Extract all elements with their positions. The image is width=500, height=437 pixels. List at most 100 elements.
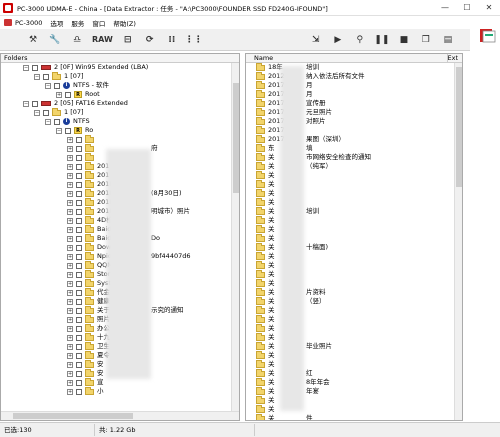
file-row[interactable]: 关 xyxy=(246,368,462,378)
tree-checkbox[interactable] xyxy=(76,316,82,323)
stop-icon[interactable]: ■ xyxy=(395,31,413,49)
maximize-button[interactable]: ☐ xyxy=(456,0,478,16)
file-row[interactable]: 2017 xyxy=(246,125,462,135)
tree-checkbox[interactable] xyxy=(76,343,82,350)
tree-checkbox[interactable] xyxy=(76,235,82,242)
expander-toggle[interactable]: + xyxy=(67,172,73,179)
menu-window[interactable]: 窗口 xyxy=(88,18,109,28)
tree-checkbox[interactable] xyxy=(76,190,82,197)
expander-toggle[interactable]: + xyxy=(67,271,73,278)
expander-toggle[interactable]: + xyxy=(67,190,73,197)
tree-checkbox[interactable] xyxy=(76,325,82,332)
files-vertical-scrollbar[interactable] xyxy=(454,63,462,420)
close-button[interactable]: ✕ xyxy=(478,0,500,16)
wrench-icon[interactable]: 🔧 xyxy=(46,31,64,49)
tree-node[interactable]: − R Ro xyxy=(1,126,239,135)
ext-column-header[interactable]: Ext xyxy=(447,54,458,63)
file-row[interactable]: 2017 xyxy=(246,107,462,117)
file-row[interactable]: 关 xyxy=(246,260,462,270)
tree-checkbox[interactable] xyxy=(76,361,82,368)
file-row[interactable]: 关 xyxy=(246,404,462,414)
tree-checkbox[interactable] xyxy=(76,244,82,251)
folders-icon[interactable]: ⁞⁞ xyxy=(163,31,181,49)
expander-toggle[interactable]: + xyxy=(67,262,73,269)
log-icon[interactable]: ▤ xyxy=(439,31,457,49)
file-row[interactable]: 关 xyxy=(246,242,462,252)
file-row[interactable]: 关 xyxy=(246,341,462,351)
bike-icon[interactable]: ⚲ xyxy=(351,31,369,49)
file-row[interactable]: 关 xyxy=(246,161,462,171)
expander-toggle[interactable]: − xyxy=(56,127,62,134)
tree-checkbox[interactable] xyxy=(76,136,82,143)
binoculars-icon[interactable]: ♎ xyxy=(68,31,86,49)
menu-options[interactable]: 选项 xyxy=(46,18,67,28)
expander-toggle[interactable]: + xyxy=(67,325,73,332)
tree-checkbox[interactable] xyxy=(76,181,82,188)
tree-checkbox[interactable] xyxy=(76,199,82,206)
tree-checkbox[interactable] xyxy=(76,163,82,170)
tree-checkbox[interactable] xyxy=(32,64,38,71)
file-row[interactable]: 关 xyxy=(246,215,462,225)
file-row[interactable]: 关 xyxy=(246,350,462,360)
chip-icon[interactable]: ⊟ xyxy=(119,31,137,49)
file-row[interactable]: 2017 xyxy=(246,89,462,99)
menu-pc3000[interactable]: PC-3000 xyxy=(0,19,46,27)
tree-checkbox[interactable] xyxy=(76,226,82,233)
tree-checkbox[interactable] xyxy=(76,172,82,179)
expander-toggle[interactable]: − xyxy=(34,109,40,116)
tree-checkbox[interactable] xyxy=(76,208,82,215)
file-row[interactable]: 关 xyxy=(246,395,462,405)
expander-toggle[interactable]: + xyxy=(67,163,73,170)
tree-checkbox[interactable] xyxy=(43,73,49,80)
tree-checkbox[interactable] xyxy=(54,82,60,89)
tree-node[interactable]: + R Root xyxy=(1,90,239,99)
minimize-button[interactable]: — xyxy=(434,0,456,16)
tree-node[interactable]: − i NTFS - 软件 xyxy=(1,81,239,90)
menu-service[interactable]: 服务 xyxy=(67,18,88,28)
tree-checkbox[interactable] xyxy=(76,352,82,359)
file-row[interactable]: 关 xyxy=(246,278,462,288)
expander-toggle[interactable]: + xyxy=(67,208,73,215)
file-row[interactable]: 关 xyxy=(246,314,462,324)
tree-checkbox[interactable] xyxy=(76,280,82,287)
tree-node[interactable]: − i NTFS xyxy=(1,117,239,126)
expander-toggle[interactable]: + xyxy=(67,289,73,296)
raw-button[interactable]: RAW xyxy=(90,31,115,49)
file-row[interactable]: 关 xyxy=(246,296,462,306)
expander-toggle[interactable]: + xyxy=(67,298,73,305)
tree-checkbox[interactable] xyxy=(76,334,82,341)
expander-toggle[interactable]: + xyxy=(67,244,73,251)
file-row[interactable]: 关 xyxy=(246,287,462,297)
file-row[interactable]: 关 xyxy=(246,269,462,279)
expander-toggle[interactable]: + xyxy=(67,334,73,341)
file-row[interactable]: 关 xyxy=(246,386,462,396)
expander-toggle[interactable]: + xyxy=(67,379,73,386)
file-row[interactable]: 关 xyxy=(246,179,462,189)
expander-toggle[interactable]: + xyxy=(67,388,73,395)
tree-checkbox[interactable] xyxy=(76,253,82,260)
file-row[interactable]: 18年 xyxy=(246,62,462,72)
expander-toggle[interactable]: − xyxy=(34,73,40,80)
expander-toggle[interactable]: + xyxy=(67,253,73,260)
file-row[interactable]: 关 xyxy=(246,359,462,369)
tree-checkbox[interactable] xyxy=(76,145,82,152)
refresh-icon[interactable]: ⟳ xyxy=(141,31,159,49)
tools-icon[interactable]: ⚒ xyxy=(24,31,42,49)
tree-checkbox[interactable] xyxy=(76,298,82,305)
tree-node[interactable]: − 1 [07] xyxy=(1,107,239,117)
file-row[interactable]: 关 xyxy=(246,413,462,420)
file-row[interactable]: 关 xyxy=(246,206,462,216)
expander-toggle[interactable]: − xyxy=(23,100,29,107)
tree-node[interactable]: + 小 xyxy=(1,386,239,396)
tree-checkbox[interactable] xyxy=(76,379,82,386)
copy-icon[interactable]: ❐ xyxy=(417,31,435,49)
menu-help[interactable]: 帮助(Z) xyxy=(109,18,140,28)
expander-toggle[interactable]: + xyxy=(67,226,73,233)
file-row[interactable]: 关 xyxy=(246,323,462,333)
expander-toggle[interactable]: − xyxy=(23,64,29,71)
tree-node[interactable]: − 1 [07] xyxy=(1,71,239,81)
tree-node[interactable]: − 2 [0F] Win95 Extended (LBA) xyxy=(1,63,239,72)
tree-checkbox[interactable] xyxy=(32,100,38,107)
tree-node[interactable]: + xyxy=(1,134,239,144)
tree-checkbox[interactable] xyxy=(76,271,82,278)
